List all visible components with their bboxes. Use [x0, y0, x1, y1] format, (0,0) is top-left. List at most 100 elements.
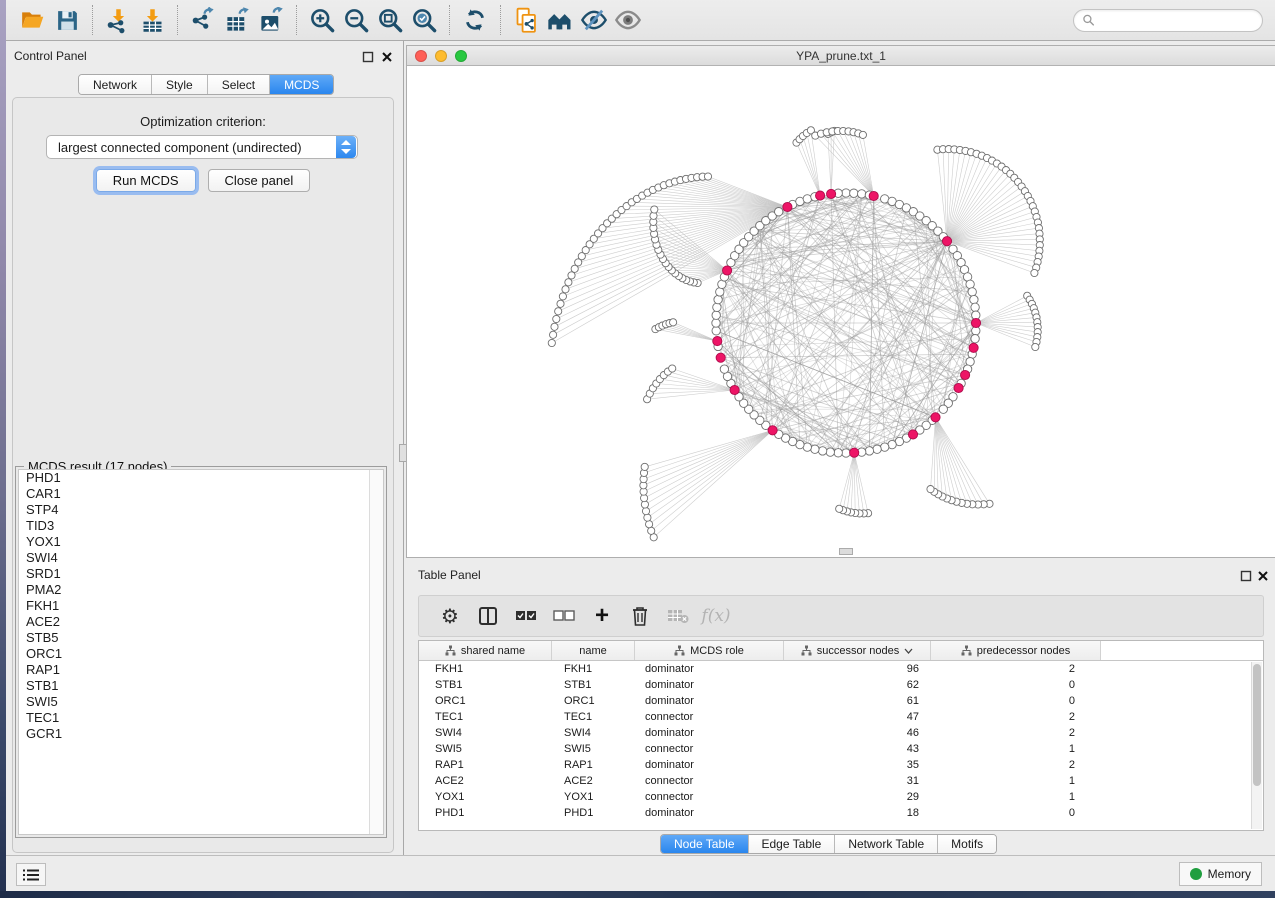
mcds-result-item[interactable]: RAP1 — [19, 662, 383, 678]
table-scrollbar-thumb[interactable] — [1253, 664, 1261, 786]
mcds-result-item[interactable]: PHD1 — [19, 470, 383, 486]
mcds-result-item[interactable]: STB1 — [19, 678, 383, 694]
control-panel-float-icon[interactable] — [362, 51, 374, 63]
mcds-result-item[interactable]: SWI4 — [19, 550, 383, 566]
mcds-result-item[interactable]: SRD1 — [19, 566, 383, 582]
run-mcds-button[interactable]: Run MCDS — [96, 169, 196, 192]
delete-table-button[interactable] — [659, 599, 697, 633]
mcds-hub-node — [768, 426, 777, 435]
export-image-button[interactable] — [254, 4, 288, 36]
tab-motifs[interactable]: Motifs — [938, 835, 996, 853]
canvas-splitter-handle[interactable] — [839, 548, 853, 555]
table-row[interactable]: PHD1PHD1dominator180 — [419, 805, 1263, 821]
table-cell: ACE2 — [552, 775, 635, 787]
show-graphics-details-button[interactable] — [611, 4, 645, 36]
table-scrollbar[interactable] — [1251, 662, 1262, 829]
column-header-successor-nodes[interactable]: successor nodes — [784, 641, 931, 660]
import-table-icon — [139, 7, 166, 34]
houses-icon — [546, 6, 574, 34]
mcds-result-item[interactable]: ACE2 — [19, 614, 383, 630]
tab-network-table[interactable]: Network Table — [835, 835, 938, 853]
mcds-hub-node — [816, 191, 825, 200]
mcds-result-item[interactable]: YOX1 — [19, 534, 383, 550]
open-file-button[interactable] — [16, 4, 50, 36]
table-row[interactable]: RAP1RAP1dominator352 — [419, 757, 1263, 773]
toolbar-search[interactable] — [1073, 9, 1263, 32]
mcds-result-item[interactable]: CAR1 — [19, 486, 383, 502]
column-selector-button[interactable] — [469, 599, 507, 633]
leaf-node — [927, 486, 934, 493]
table-panel-close-icon[interactable] — [1257, 570, 1269, 582]
table-panel-float-icon[interactable] — [1240, 570, 1252, 582]
table-row[interactable]: SWI4SWI4dominator462 — [419, 725, 1263, 741]
table-row[interactable]: SWI5SWI5connector431 — [419, 741, 1263, 757]
table-options-button[interactable]: ⚙ — [431, 599, 469, 633]
task-history-button[interactable] — [16, 863, 46, 886]
control-panel-close-icon[interactable] — [381, 51, 393, 63]
mcds-list-scrollbar[interactable] — [369, 470, 383, 834]
tab-network[interactable]: Network — [79, 75, 152, 94]
delete-column-button[interactable] — [621, 599, 659, 633]
column-header-shared-name[interactable]: shared name — [419, 641, 552, 660]
toolbar-separator — [296, 5, 297, 35]
new-network-from-selection-button[interactable] — [509, 4, 543, 36]
mcds-result-item[interactable]: TID3 — [19, 518, 383, 534]
ring-node — [842, 189, 850, 197]
search-input[interactable] — [1095, 13, 1254, 27]
import-table-button[interactable] — [135, 4, 169, 36]
table-cell: dominator — [635, 679, 784, 691]
mcds-result-item[interactable]: FKH1 — [19, 598, 383, 614]
tab-mcds[interactable]: MCDS — [270, 75, 333, 94]
export-table-button[interactable] — [220, 4, 254, 36]
column-header-MCDS-role[interactable]: MCDS role — [635, 641, 784, 660]
tab-select[interactable]: Select — [208, 75, 270, 94]
zoom-selected-button[interactable] — [407, 4, 441, 36]
mcds-hub-node — [713, 337, 722, 346]
refresh-layout-button[interactable] — [458, 4, 492, 36]
zoom-out-button[interactable] — [339, 4, 373, 36]
table-row[interactable]: TEC1TEC1connector472 — [419, 709, 1263, 725]
save-session-button[interactable] — [50, 4, 84, 36]
network-graph[interactable] — [407, 66, 1274, 557]
select-all-button[interactable] — [507, 599, 545, 633]
table-row[interactable]: STB1STB1dominator620 — [419, 677, 1263, 693]
function-builder-button[interactable]: f(x) — [697, 599, 735, 633]
table-row[interactable]: FKH1FKH1dominator962 — [419, 661, 1263, 677]
mcds-result-item[interactable]: STP4 — [19, 502, 383, 518]
zoom-in-button[interactable] — [305, 4, 339, 36]
network-titlebar[interactable]: YPA_prune.txt_1 — [407, 46, 1275, 66]
mcds-result-list[interactable]: PHD1CAR1STP4TID3YOX1SWI4SRD1PMA2FKH1ACE2… — [18, 469, 384, 835]
hide-graphics-details-button[interactable] — [577, 4, 611, 36]
mcds-result-item[interactable]: PMA2 — [19, 582, 383, 598]
ring-node — [712, 319, 720, 327]
ring-node — [858, 190, 866, 198]
tab-edge-table[interactable]: Edge Table — [749, 835, 836, 853]
import-network-button[interactable] — [101, 4, 135, 36]
criterion-dropdown[interactable]: largest connected component (undirected) — [46, 135, 358, 159]
table-row[interactable]: ORC1ORC1dominator610 — [419, 693, 1263, 709]
deselect-all-button[interactable] — [545, 599, 583, 633]
mcds-result-item[interactable]: SWI5 — [19, 694, 383, 710]
table-row[interactable]: YOX1YOX1connector291 — [419, 789, 1263, 805]
mcds-result-item[interactable]: TEC1 — [19, 710, 383, 726]
export-network-button[interactable] — [186, 4, 220, 36]
refresh-icon — [462, 7, 488, 33]
tab-style[interactable]: Style — [152, 75, 208, 94]
mcds-result-item[interactable]: STB5 — [19, 630, 383, 646]
zoom-fit-button[interactable] — [373, 4, 407, 36]
control-panel-tabs: Network Style Select MCDS — [78, 74, 334, 95]
column-header-predecessor-nodes[interactable]: predecessor nodes — [931, 641, 1101, 660]
network-canvas[interactable] — [407, 66, 1274, 557]
add-column-button[interactable]: + — [583, 599, 621, 633]
mcds-hub-node — [961, 370, 970, 379]
mcds-result-item[interactable]: ORC1 — [19, 646, 383, 662]
table-row[interactable]: ACE2ACE2connector311 — [419, 773, 1263, 789]
tab-node-table[interactable]: Node Table — [661, 835, 749, 853]
mcds-result-item[interactable]: GCR1 — [19, 726, 383, 742]
ring-node — [713, 303, 721, 311]
table-cell: dominator — [635, 695, 784, 707]
column-header-name[interactable]: name — [552, 641, 635, 660]
memory-button[interactable]: Memory — [1179, 862, 1262, 886]
first-neighbors-button[interactable] — [543, 4, 577, 36]
close-panel-button[interactable]: Close panel — [208, 169, 311, 192]
